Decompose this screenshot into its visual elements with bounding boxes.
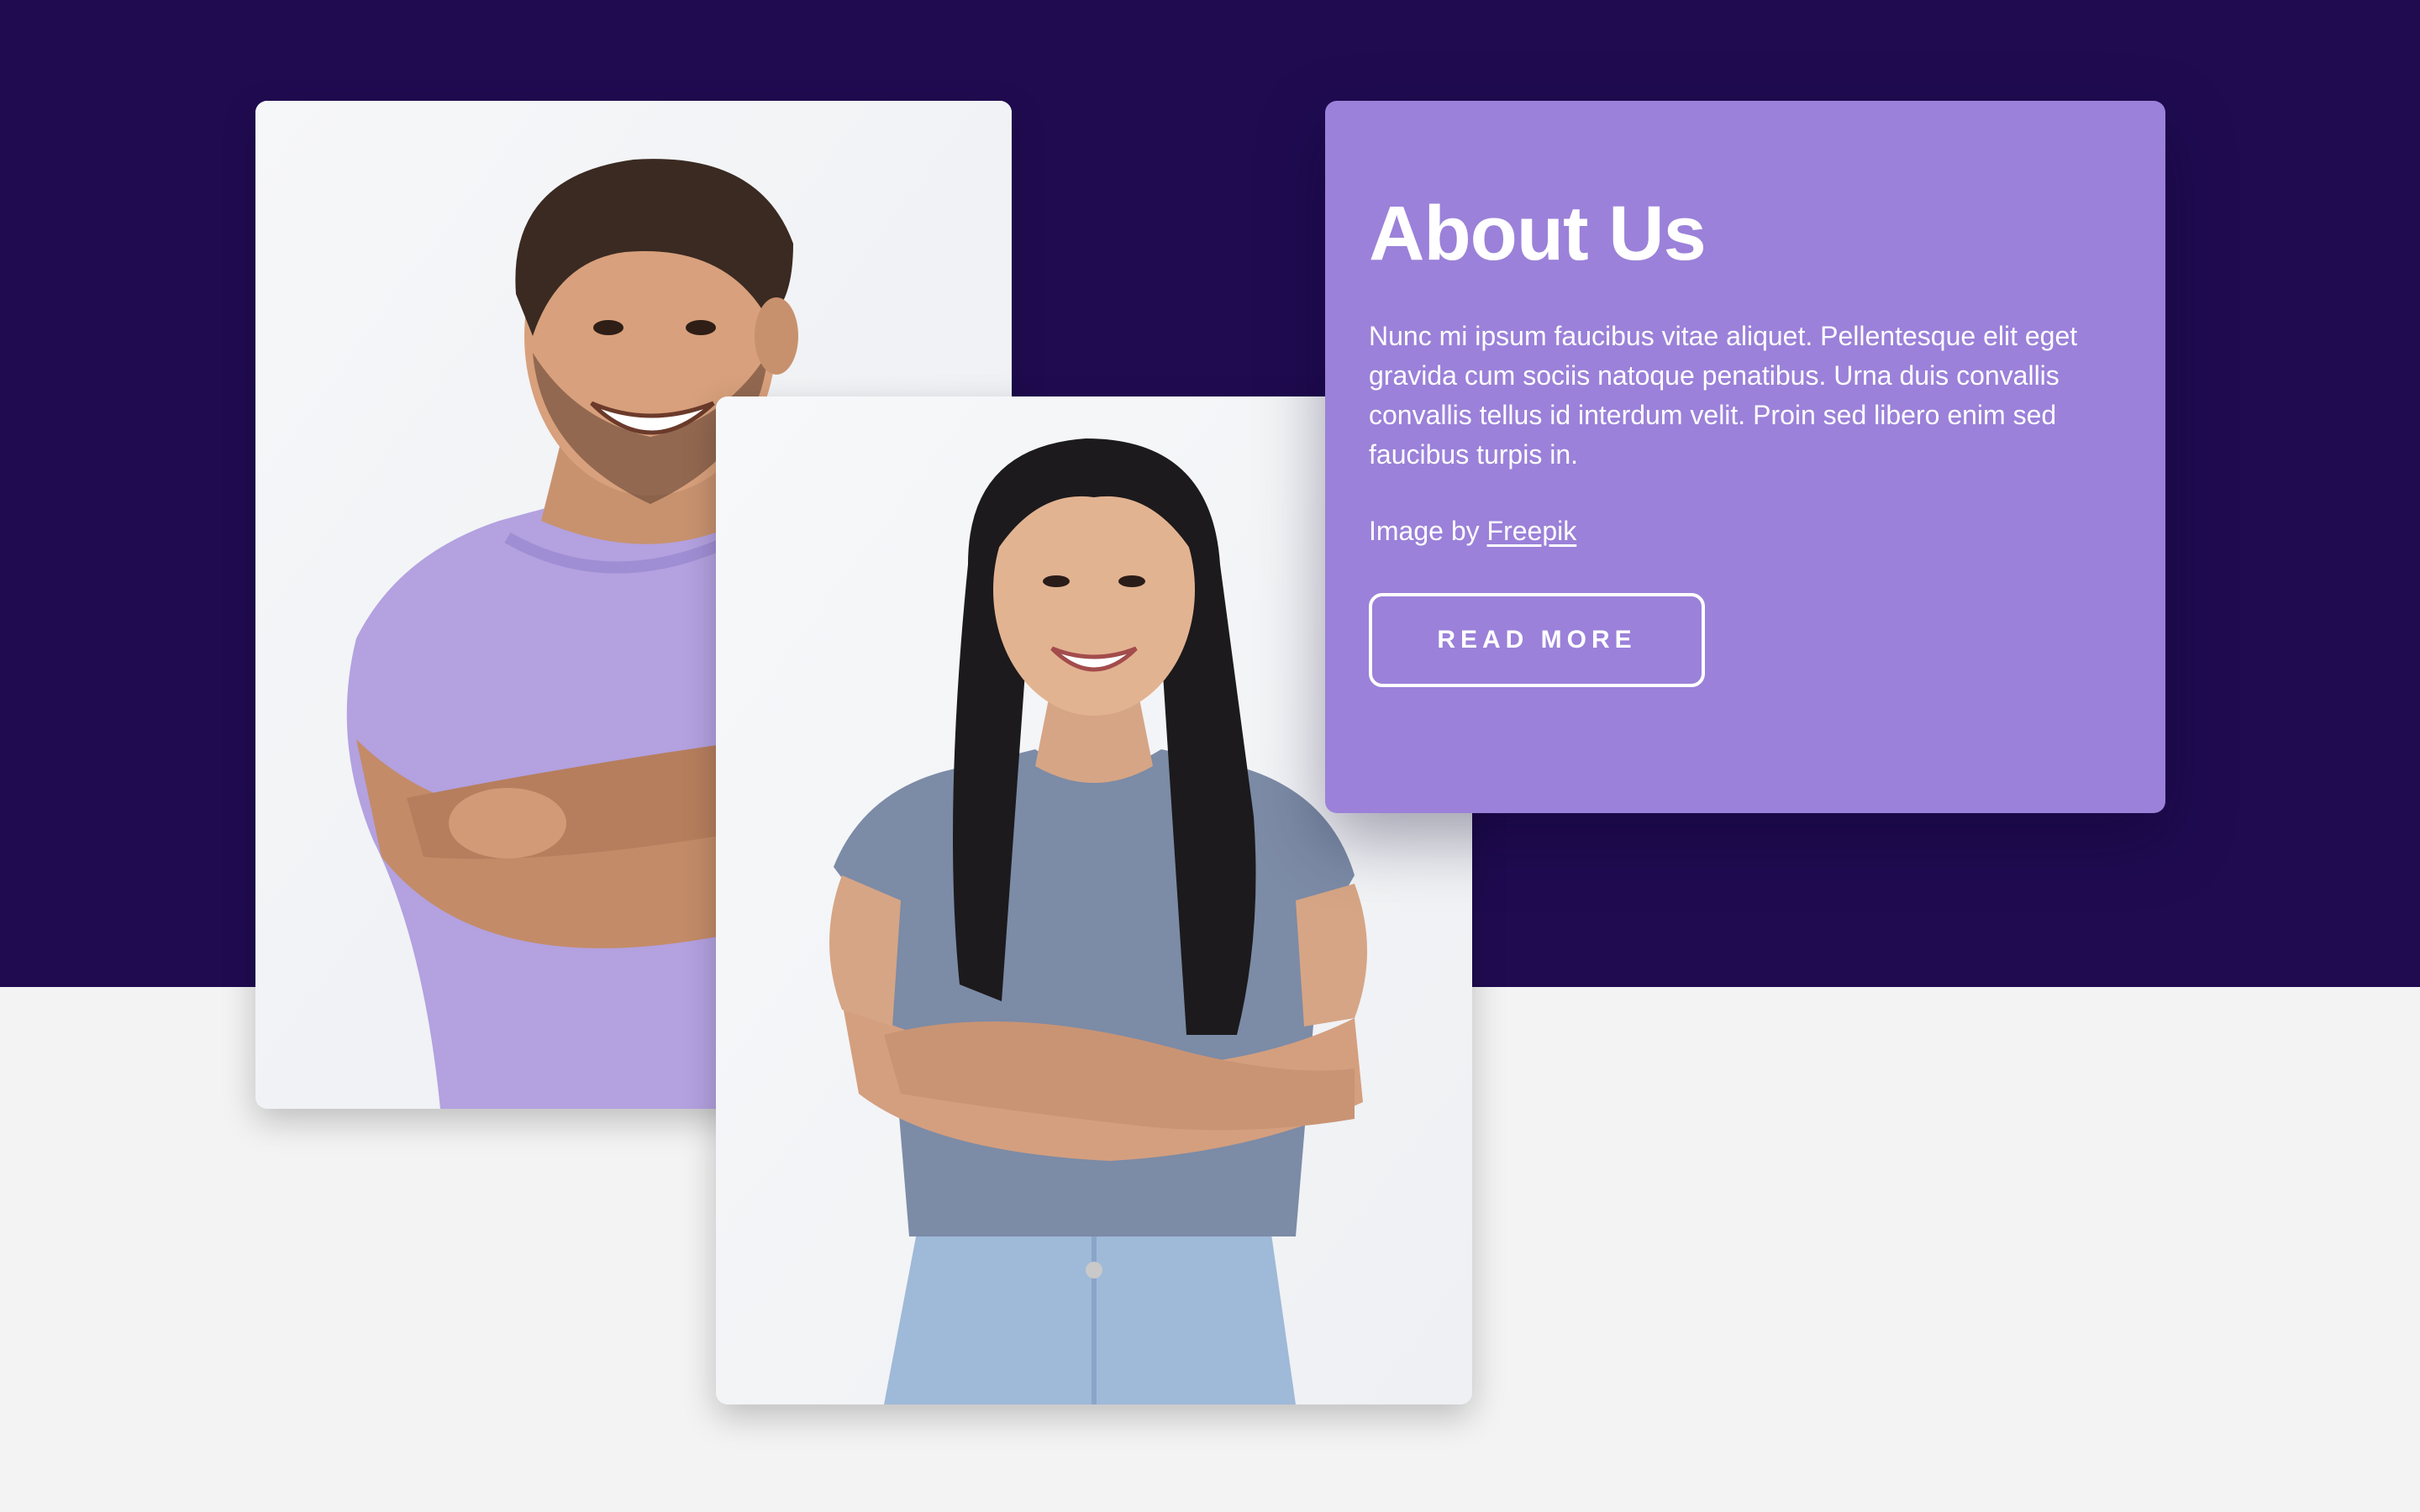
about-description: Nunc mi ipsum faucibus vitae aliquet. Pe…	[1369, 321, 2078, 470]
about-card: About Us Nunc mi ipsum faucibus vitae al…	[1325, 101, 2165, 813]
about-title: About Us	[1369, 191, 1707, 276]
read-more-button[interactable]: READ MORE	[1369, 593, 1705, 688]
credit-prefix: Image by	[1369, 516, 1480, 547]
freepik-link[interactable]: Freepik	[1487, 516, 1577, 546]
image-credit: Image by Freepik	[1369, 512, 2122, 551]
